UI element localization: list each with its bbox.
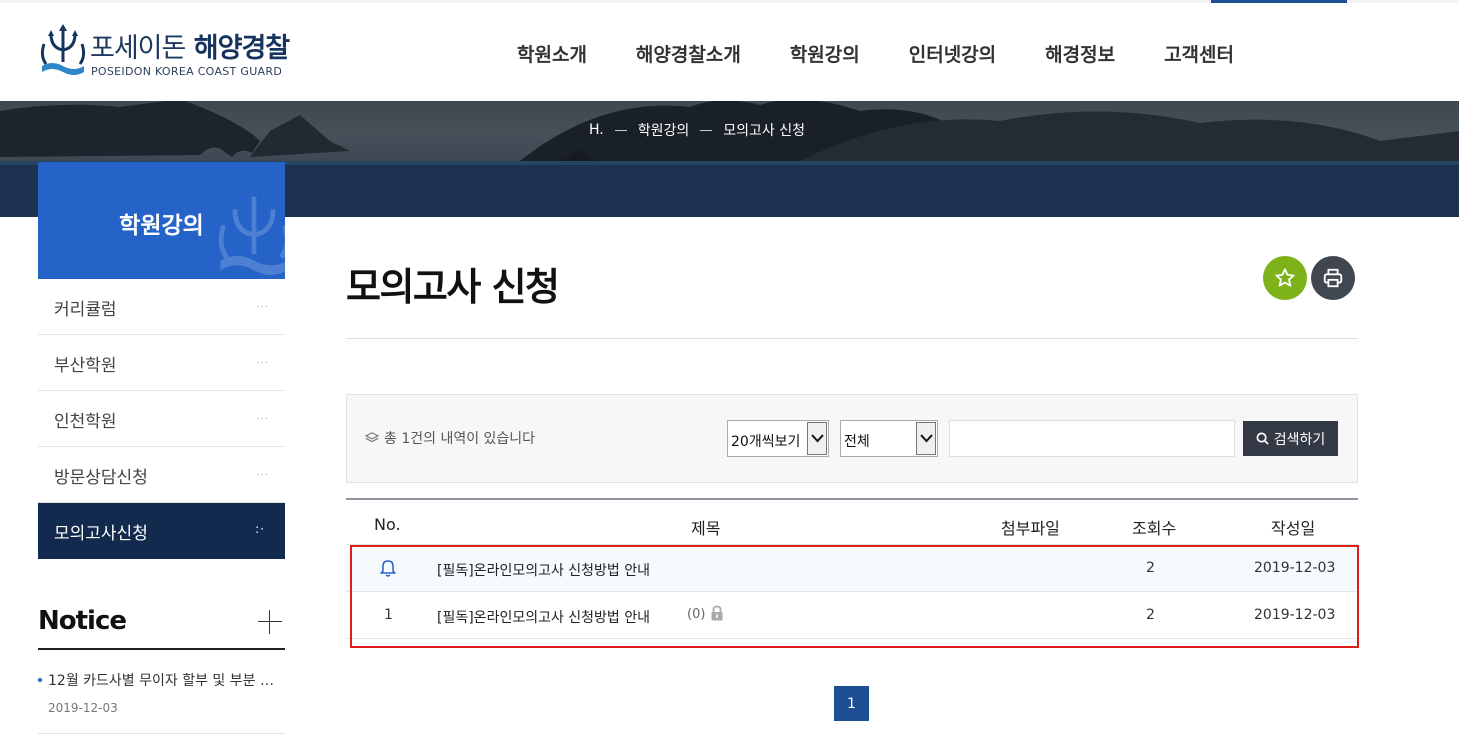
notice-bottom-divider [38, 733, 285, 734]
sidebar-item-label: 인천학원 [54, 412, 117, 432]
breadcrumb-home[interactable]: H. [589, 122, 604, 138]
logo-name-light: 포세이돈 [90, 33, 186, 64]
sidebar-item-curriculum[interactable]: 커리큘럼 ··· [38, 279, 285, 335]
sidebar-item-label: 커리큘럼 [54, 300, 117, 320]
page: 포세이돈 해양경찰 POSEIDON KOREA COAST GUARD 학원소… [0, 0, 1459, 745]
nav-customer-center[interactable]: 고객센터 [1164, 40, 1234, 66]
per-page-select[interactable]: 20개씩보기 [727, 420, 829, 457]
board-search-box: 총 1건의 내역이 있습니다 20개씩보기 전체 검색하기 [346, 394, 1358, 483]
total-count-text: 총 1건의 내역이 있습니다 [384, 431, 536, 447]
site-logo[interactable]: 포세이돈 해양경찰 POSEIDON KOREA COAST GUARD [38, 22, 298, 82]
notice-item-link[interactable]: 12월 카드사별 무이자 할부 및 부분 무이자 [38, 670, 285, 690]
nav-academy-lectures[interactable]: 학원강의 [790, 40, 860, 66]
more-dots-icon: ··· [256, 358, 269, 369]
breadcrumb: H. 학원강의 모의고사 신청 [0, 120, 1459, 140]
pagination-current-page[interactable]: 1 [834, 686, 869, 721]
star-icon [1275, 268, 1295, 287]
sidebar-item-busan[interactable]: 부산학원 ··· [38, 335, 285, 391]
search-button-label: 검색하기 [1273, 431, 1326, 448]
top-line [0, 0, 1459, 3]
sidebar-item-visit-consult[interactable]: 방문상담신청 ··· [38, 447, 285, 503]
sidebar-title: 학원강의 [119, 213, 204, 239]
trident-logo-icon [40, 24, 86, 75]
header-title: 제목 [691, 519, 721, 538]
layers-icon [365, 432, 379, 443]
notice-divider [38, 648, 285, 650]
printer-icon [1323, 268, 1343, 288]
header-attachment: 첨부파일 [1001, 519, 1060, 538]
active-dots-icon: :· [255, 522, 265, 536]
category-select[interactable]: 전체 [840, 420, 938, 457]
more-dots-icon: ··· [256, 414, 269, 425]
sidebar-item-incheon[interactable]: 인천학원 ··· [38, 391, 285, 447]
notice-more-plus-icon[interactable] [258, 610, 282, 634]
breadcrumb-item-lectures[interactable]: 학원강의 [638, 120, 690, 140]
chevron-down-icon [807, 422, 827, 455]
more-dots-icon: ··· [256, 470, 269, 481]
header-no: No. [374, 515, 401, 534]
header-date: 작성일 [1271, 519, 1316, 538]
sidebar-menu: 커리큘럼 ··· 부산학원 ··· 인천학원 ··· 방문상담신청 ··· 모의고사신청… [38, 279, 285, 559]
logo-name: 포세이돈 해양경찰 [90, 26, 290, 65]
favorite-button[interactable] [1263, 256, 1307, 300]
sidebar-item-label: 모의고사신청 [54, 524, 148, 544]
nav-academy-intro[interactable]: 학원소개 [517, 40, 587, 66]
search-icon [1256, 432, 1269, 445]
highlight-box [350, 545, 1359, 648]
total-count: 총 1건의 내역이 있습니다 [365, 428, 535, 448]
logo-subtitle: POSEIDON KOREA COAST GUARD [91, 65, 283, 78]
sidebar-item-mock-exam[interactable]: 모의고사신청 :· [38, 503, 285, 559]
breadcrumb-separator [614, 129, 627, 131]
nav-coast-guard-intro[interactable]: 해양경찰소개 [636, 40, 741, 66]
header-views: 조회수 [1132, 519, 1177, 538]
main-nav: 학원소개 해양경찰소개 학원강의 인터넷강의 해경정보 고객센터 [517, 40, 1283, 66]
search-button[interactable]: 검색하기 [1243, 421, 1338, 456]
sidebar-header: 학원강의 [38, 162, 285, 279]
per-page-value: 20개씩보기 [731, 434, 801, 450]
notice-title: Notice [38, 606, 127, 636]
sidebar-item-label: 부산학원 [54, 356, 117, 376]
top-accent-bar [1211, 0, 1347, 3]
category-value: 전체 [844, 434, 870, 450]
breadcrumb-item-current[interactable]: 모의고사 신청 [723, 120, 805, 140]
table-header: No. 제목 첨부파일 조회수 작성일 [346, 498, 1358, 545]
print-button[interactable] [1311, 256, 1355, 300]
title-divider [346, 338, 1358, 339]
nav-coast-guard-info[interactable]: 해경정보 [1045, 40, 1115, 66]
chevron-down-icon [916, 422, 936, 455]
logo-name-bold: 해양경찰 [193, 33, 290, 64]
nav-online-lectures[interactable]: 인터넷강의 [909, 40, 996, 66]
breadcrumb-separator [700, 129, 713, 131]
sidebar-item-label: 방문상담신청 [54, 468, 148, 488]
more-dots-icon: ··· [256, 302, 269, 313]
notice-item-date: 2019-12-03 [48, 701, 118, 715]
page-title: 모의고사 신청 [346, 265, 560, 309]
search-input[interactable] [949, 420, 1235, 457]
